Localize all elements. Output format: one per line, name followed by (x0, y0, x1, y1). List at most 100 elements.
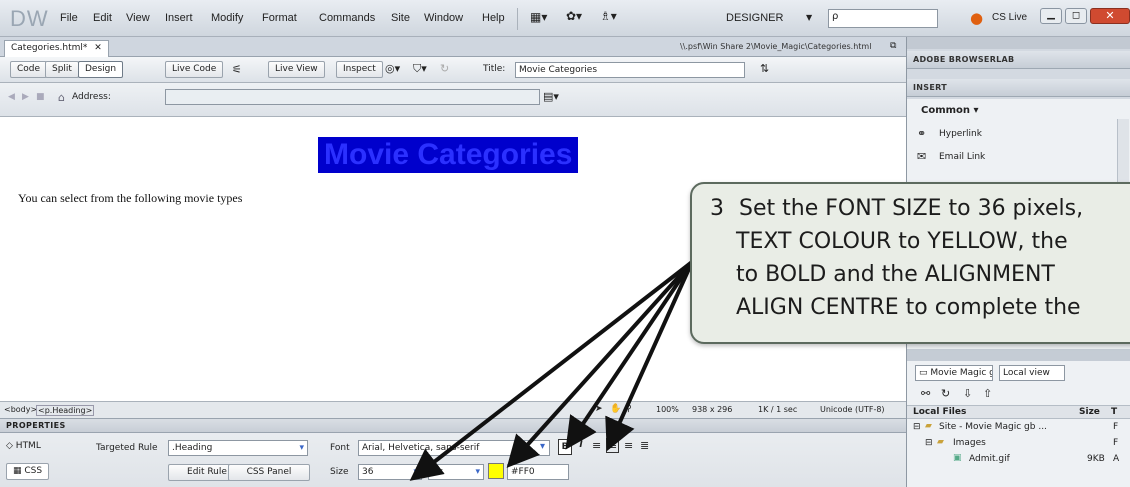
menu-edit[interactable]: Edit (93, 12, 112, 24)
align-right-icon[interactable]: ≡ (624, 439, 633, 452)
unit-select[interactable]: px ▾ (428, 464, 484, 480)
live-view-button[interactable]: Live View (268, 61, 325, 78)
email-icon: ✉ (917, 150, 927, 163)
insert-email-link[interactable]: Email Link (939, 152, 985, 162)
menu-format[interactable]: Format (262, 12, 297, 24)
site-icon[interactable]: ♗▾ (600, 9, 617, 23)
refresh-files-icon[interactable]: ↻ (941, 387, 950, 400)
col-size[interactable]: Size (1079, 407, 1100, 417)
italic-button[interactable]: I (575, 440, 587, 450)
inspect-toggle-icon[interactable]: ⚟ (232, 63, 242, 76)
file-row[interactable]: ⊟ ▰ Images F (907, 437, 1130, 451)
size-select[interactable]: 36 ▾ (358, 464, 422, 480)
file-type: A (1113, 454, 1120, 464)
collapse-icon[interactable]: ⊟ (913, 422, 921, 432)
code-view-button[interactable]: Code (10, 61, 48, 78)
css-mode-button[interactable]: ▦ CSS (6, 463, 50, 480)
css-panel-button[interactable]: CSS Panel (228, 464, 310, 481)
files-column-header: Local Files Size T (907, 405, 1130, 419)
file-row[interactable]: ⊟ ▰ Site - Movie Magic gb ... F (907, 421, 1130, 435)
search-icon: ρ (832, 11, 839, 22)
title-input[interactable]: Movie Categories (515, 62, 745, 78)
font-dropdown-icon[interactable]: ▾ (540, 441, 545, 452)
tab-label: Categories.html* (11, 43, 88, 53)
unit-dropdown-icon: ▾ (475, 467, 480, 477)
extend-icon[interactable]: ✿▾ (566, 9, 582, 23)
insert-header[interactable]: INSERT (907, 79, 1130, 97)
col-type[interactable]: T (1111, 407, 1117, 417)
menu-window[interactable]: Window (424, 12, 463, 24)
menu-insert[interactable]: Insert (165, 12, 193, 24)
col-local-files[interactable]: Local Files (913, 407, 966, 417)
tab-categories[interactable]: Categories.html* ✕ (4, 40, 109, 57)
window-size[interactable]: 938 x 296 (692, 405, 732, 414)
menu-help[interactable]: Help (482, 12, 505, 24)
justify-icon[interactable]: ≣ (640, 439, 649, 452)
cslive-icon: ● (970, 9, 984, 27)
callout-line-4: ALIGN CENTRE to complete the (736, 295, 1081, 320)
select-tool-icon[interactable]: ➤ (595, 404, 603, 414)
bold-button[interactable]: B (558, 439, 572, 455)
files-view-select[interactable]: Local view (999, 365, 1065, 381)
insert-hyperlink[interactable]: Hyperlink (939, 129, 982, 139)
browserlab-header[interactable]: ADOBE BROWSERLAB (907, 51, 1130, 69)
search-input[interactable]: ρ (828, 9, 938, 28)
restore-doc-icon[interactable]: ⧉ (890, 41, 896, 51)
address-input[interactable] (165, 89, 540, 105)
inspect-button[interactable]: Inspect (336, 61, 383, 78)
menu-view[interactable]: View (126, 12, 150, 24)
collapse-icon[interactable]: ⊟ (925, 438, 933, 448)
font-label: Font (330, 443, 350, 453)
page-heading[interactable]: Movie Categories (318, 137, 579, 173)
font-select[interactable]: Arial, Helvetica, sans-serif (358, 440, 550, 456)
tag-selector-heading[interactable]: <p.Heading> (36, 405, 95, 416)
align-left-icon[interactable]: ≡ (592, 439, 601, 452)
menu-site[interactable]: Site (391, 12, 410, 24)
insert-category-select[interactable]: Common ▾ (921, 105, 979, 116)
put-files-icon[interactable]: ⇧ (983, 387, 992, 400)
forward-icon[interactable]: ▶ (22, 92, 29, 102)
image-file-icon: ▣ (953, 453, 962, 463)
layout-icon[interactable]: ▦▾ (530, 10, 547, 24)
close-button[interactable]: ✕ (1090, 8, 1130, 24)
menu-modify[interactable]: Modify (211, 12, 243, 24)
text-color-input[interactable]: #FF0 (507, 464, 569, 480)
align-center-icon[interactable]: ≡ (606, 438, 620, 453)
minimize-button[interactable]: ▁ (1040, 8, 1062, 24)
validate-icon[interactable]: ⛉▾ (413, 62, 427, 76)
targeted-rule-select[interactable]: .Heading ▾ (168, 440, 308, 456)
body-paragraph[interactable]: You can select from the following movie … (18, 191, 242, 206)
menu-file[interactable]: File (60, 12, 78, 24)
file-row[interactable]: ▣ Admit.gif 9KB A (907, 453, 1130, 467)
connect-icon[interactable]: ⚯ (921, 387, 930, 400)
split-view-button[interactable]: Split (45, 61, 79, 78)
html-mode-button[interactable]: ◇ HTML (6, 441, 41, 451)
home-icon[interactable]: ⌂ (58, 91, 65, 104)
cslive-label[interactable]: CS Live (992, 12, 1027, 23)
refresh-icon[interactable]: ↻ (440, 62, 449, 75)
document-tab-bar: Categories.html* ✕ \\.psf\Win Share 2\Mo… (0, 37, 906, 57)
maximize-button[interactable]: ◻ (1065, 8, 1087, 24)
close-icon: ✕ (1105, 9, 1115, 22)
live-code-button[interactable]: Live Code (165, 61, 224, 78)
browse-icon[interactable]: ▤▾ (543, 90, 559, 103)
design-view-button[interactable]: Design (78, 61, 124, 78)
menu-commands[interactable]: Commands (319, 12, 375, 24)
file-name: Admit.gif (969, 454, 1010, 464)
back-icon[interactable]: ◀ (8, 92, 15, 102)
file-management-icon[interactable]: ⇅ (760, 62, 769, 75)
step-number: 3 (710, 196, 724, 221)
zoom-level[interactable]: 100% (656, 405, 679, 414)
tag-selector-body[interactable]: <body> (4, 405, 37, 414)
hand-tool-icon[interactable]: ✋ (610, 404, 621, 414)
site-select[interactable]: ▭ Movie Magic gb (915, 365, 993, 381)
targeted-rule-label: Targeted Rule (96, 443, 158, 453)
close-tab-icon[interactable]: ✕ (94, 43, 102, 53)
workspace-dropdown-icon[interactable]: ▼ (806, 13, 812, 22)
zoom-tool-icon[interactable]: ⚲ (625, 404, 632, 414)
unit-value: px (432, 467, 444, 477)
browser-check-icon[interactable]: ◎▾ (385, 62, 400, 75)
text-color-swatch[interactable] (488, 463, 504, 479)
stop-icon[interactable]: ■ (36, 92, 45, 102)
get-files-icon[interactable]: ⇩ (963, 387, 972, 400)
